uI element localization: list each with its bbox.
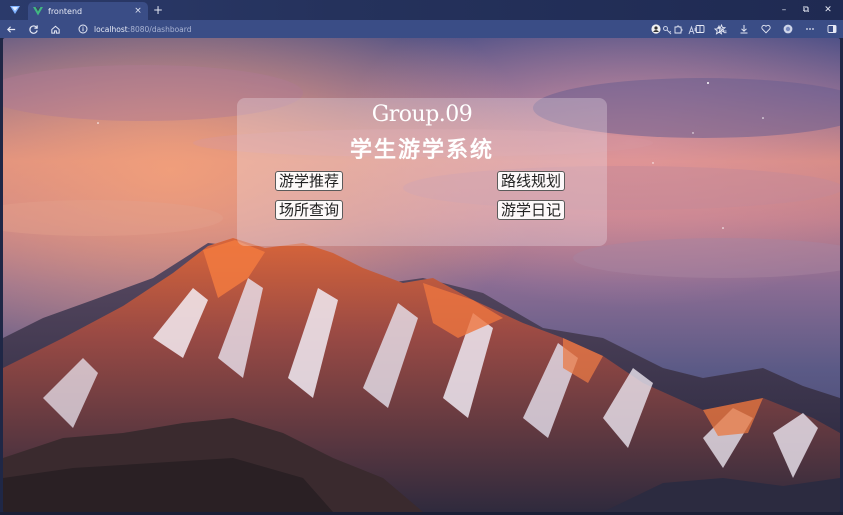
study-tour-diary-button[interactable]: 游学日记 (497, 200, 566, 220)
dashboard-card: Group.09 学生游学系统 游学推荐 路线规划 场所查询 游学日记 (237, 98, 607, 246)
split-screen-button[interactable] (689, 20, 711, 38)
puzzle-icon (674, 25, 683, 34)
window-controls: – ⧉ ✕ (773, 2, 839, 18)
split-screen-icon (695, 25, 705, 33)
address-bar[interactable]: localhost:8080/dashboard (74, 21, 724, 37)
app-menu-icon[interactable] (8, 3, 22, 17)
arrow-left-icon (6, 25, 15, 33)
system-name: 学生游学系统 (349, 137, 494, 163)
new-tab-button[interactable]: + (151, 3, 165, 17)
favorites-icon (717, 24, 727, 34)
page-title: Group.09 (371, 102, 473, 127)
refresh-icon (28, 24, 38, 34)
sidebar-button[interactable] (821, 20, 843, 38)
tab-frontend[interactable]: frontend × (28, 2, 148, 20)
page-viewport: Group.09 学生游学系统 游学推荐 路线规划 场所查询 游学日记 (3, 38, 840, 512)
favorites-button[interactable] (711, 20, 733, 38)
minimize-button[interactable]: – (773, 2, 795, 18)
home-icon (50, 25, 60, 34)
browser-chrome: frontend × + – ⧉ ✕ localhost:8080/dashbo… (0, 0, 843, 38)
profile-icon (651, 24, 661, 34)
route-planning-button[interactable]: 路线规划 (497, 171, 566, 191)
place-search-button[interactable]: 场所查询 (275, 200, 344, 220)
address-path: :8080/dashboard (127, 24, 192, 34)
refresh-button[interactable] (22, 20, 44, 38)
home-button[interactable] (44, 20, 66, 38)
address-url[interactable]: localhost:8080/dashboard (94, 25, 192, 34)
toolbar-right (645, 20, 843, 38)
sidebar-icon (827, 25, 837, 33)
close-window-button[interactable]: ✕ (817, 2, 839, 18)
back-button[interactable] (0, 20, 22, 38)
download-icon (740, 25, 748, 34)
extensions-button[interactable] (667, 20, 689, 38)
more-menu-button[interactable] (799, 20, 821, 38)
tab-title: frontend (48, 6, 83, 16)
restore-button[interactable]: ⧉ (795, 2, 817, 18)
tab-strip: frontend × + – ⧉ ✕ (0, 0, 843, 20)
browser-toolbar: localhost:8080/dashboard (0, 20, 843, 38)
downloads-button[interactable] (733, 20, 755, 38)
profile-button[interactable] (645, 20, 667, 38)
address-host: localhost (94, 24, 128, 34)
info-icon[interactable] (78, 24, 88, 34)
heart-pulse-icon (761, 24, 771, 34)
performance-button[interactable] (755, 20, 777, 38)
study-tour-recommend-button[interactable]: 游学推荐 (275, 171, 344, 191)
ellipsis-icon (806, 28, 814, 30)
copilot-icon (783, 24, 793, 34)
copilot-button[interactable] (777, 20, 799, 38)
tab-close-icon[interactable]: × (133, 6, 143, 16)
vue-logo-icon (33, 7, 43, 16)
